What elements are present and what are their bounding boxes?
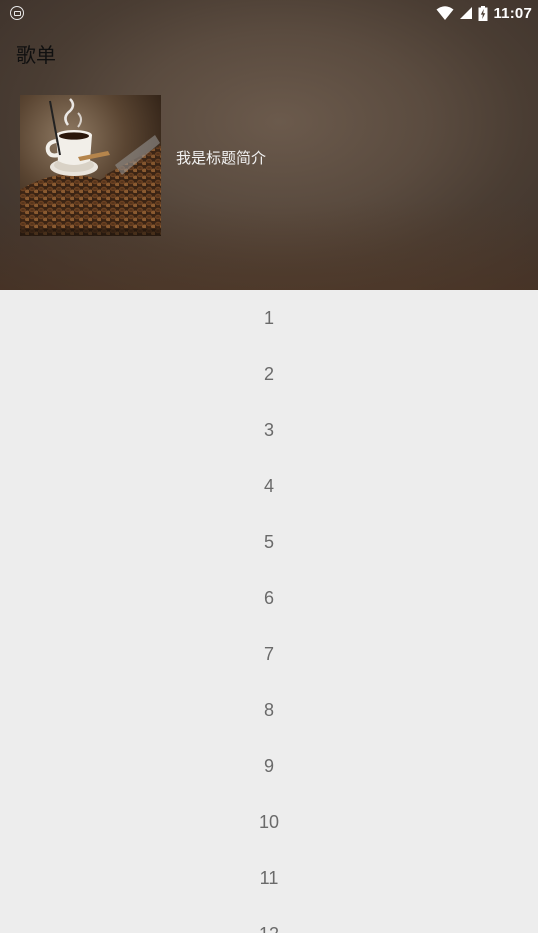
playlist-intro: 我是标题简介 (176, 149, 267, 167)
list-item[interactable]: 2 (0, 346, 538, 402)
list-item[interactable]: 5 (0, 514, 538, 570)
wifi-icon (436, 6, 454, 20)
screen: 11:07 歌单 我是标题简介 1 2 3 4 5 6 7 8 9 10 11 (0, 0, 538, 933)
list-item[interactable]: 9 (0, 738, 538, 794)
playlist-header: 11:07 歌单 我是标题简介 (0, 0, 538, 290)
notification-app-icon (10, 6, 24, 20)
list-item[interactable]: 4 (0, 458, 538, 514)
number-list[interactable]: 1 2 3 4 5 6 7 8 9 10 11 12 (0, 290, 538, 933)
list-item[interactable]: 12 (0, 906, 538, 933)
status-time: 11:07 (493, 4, 532, 22)
battery-charging-icon (478, 5, 488, 21)
cellular-signal-icon (460, 7, 473, 19)
list-item[interactable]: 8 (0, 682, 538, 738)
page-title: 歌单 (16, 43, 56, 67)
status-bar: 11:07 (0, 0, 538, 26)
list-item[interactable]: 7 (0, 626, 538, 682)
list-item[interactable]: 1 (0, 290, 538, 346)
coffee-cup-illustration (20, 95, 161, 236)
list-item[interactable]: 11 (0, 850, 538, 906)
list-item[interactable]: 3 (0, 402, 538, 458)
list-item[interactable]: 6 (0, 570, 538, 626)
playlist-cover-image[interactable] (20, 95, 161, 236)
list-item[interactable]: 10 (0, 794, 538, 850)
status-indicators: 11:07 (436, 3, 532, 23)
